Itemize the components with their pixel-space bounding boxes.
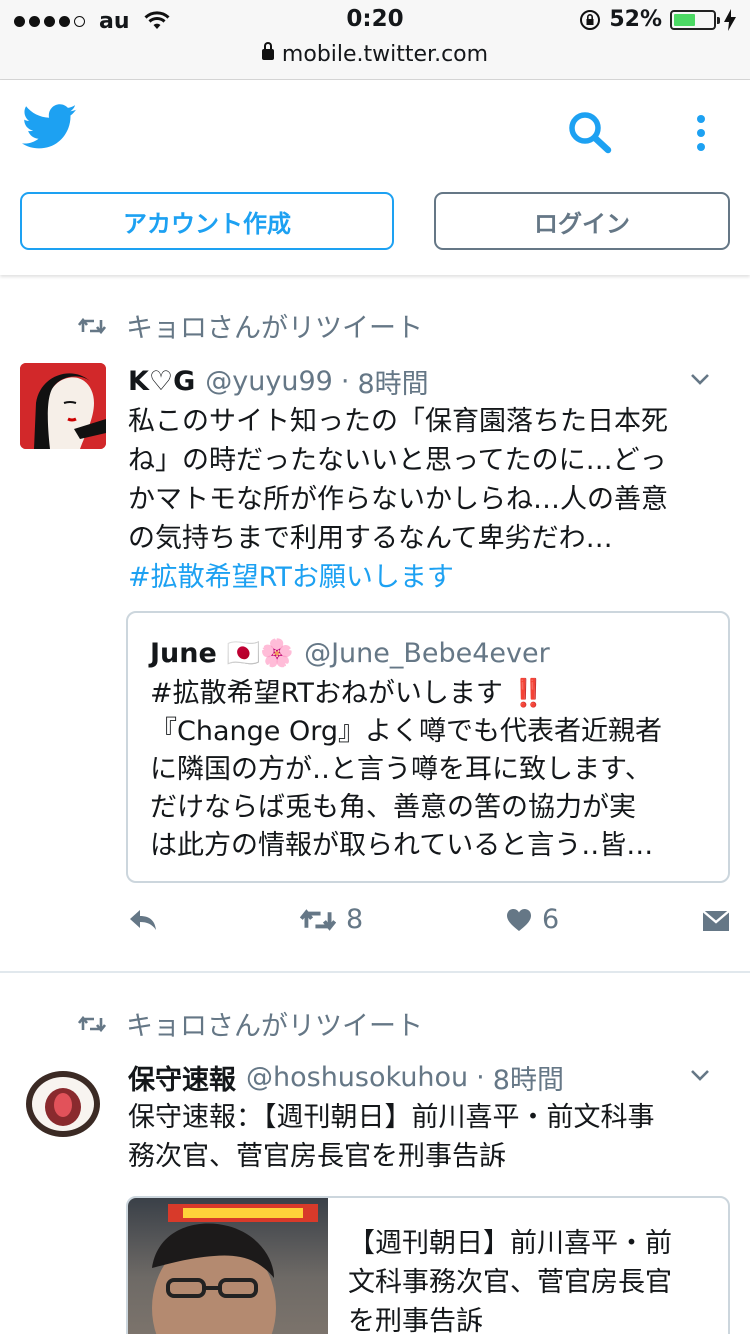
quoted-tweet-text-line: 『Change Org』よく噂でも代表者近親者 — [150, 716, 662, 747]
twitter-header: アカウント作成 ログイン — [0, 80, 750, 275]
retweet-context: キョロさんがリツイート — [78, 1004, 423, 1043]
tweet-text-line: 務次官、菅官房長官を刑事告訴 — [128, 1141, 506, 1172]
orientation-lock-icon — [580, 9, 601, 30]
battery-icon — [670, 9, 720, 30]
like-count: 6 — [542, 904, 560, 935]
retweet-icon — [300, 908, 336, 931]
chevron-down-icon[interactable] — [690, 372, 710, 386]
quoted-tweet[interactable]: June 🇯🇵🌸 @June_Bebe4ever #拡散希望RTおねがいします … — [126, 611, 730, 883]
quoted-tweet-text-line: #拡散希望RTおねがいします — [150, 678, 503, 709]
reply-button[interactable] — [128, 908, 158, 932]
quoted-tweet-text-line: だけならば兎も角、善意の筈の協力が実 — [150, 792, 636, 823]
search-icon[interactable] — [566, 110, 614, 154]
tweet-time[interactable]: 8時間 — [493, 1058, 564, 1097]
quoted-tweet-header: June 🇯🇵🌸 @June_Bebe4ever — [150, 637, 550, 670]
tweet-text-line: の気持ちまで利用するなんて卑劣だわ… — [128, 523, 613, 554]
tweet-text-line: ね」の時だったないいと思ってたのに…どっ — [128, 445, 667, 476]
retweet-icon — [78, 1015, 106, 1032]
link-card-title-line: を刑事告訴 — [348, 1306, 483, 1334]
avatar[interactable] — [20, 1058, 106, 1144]
double-exclamation-emoji: ‼️ — [511, 678, 546, 709]
author-handle[interactable]: @yuyu99 — [205, 366, 333, 397]
quoted-tweet-text-line: に隣国の方が‥と言う噂を耳に致します、 — [150, 754, 652, 785]
link-card-title-line: 文科事務次官、菅官房長官 — [348, 1267, 672, 1298]
login-button[interactable]: ログイン — [434, 192, 730, 250]
author-name[interactable]: 保守速報 — [128, 1058, 236, 1097]
separator-dot: · — [340, 365, 350, 397]
tweet[interactable]: キョロさんがリツイート 保守速報 @hoshusokuhou · 8時間 保守速… — [0, 974, 750, 1334]
separator-dot: · — [476, 1061, 485, 1093]
retweet-context-label: キョロさんがリツイート — [126, 1011, 423, 1042]
tweet-header: K♡G @yuyu99 · 8時間 — [128, 362, 730, 401]
like-button[interactable]: 6 — [506, 904, 559, 935]
quoted-tweet-text-line: は此方の情報が取られていると言う‥皆… — [150, 830, 654, 861]
tweet-text: 私このサイト知ったの「保育園落ちた日本死 ね」の時だったないいと思ってたのに…ど… — [128, 402, 730, 597]
envelope-icon — [702, 910, 730, 931]
quoted-tweet-text: #拡散希望RTおねがいします ‼️ 『Change Org』よく噂でも代表者近親… — [150, 675, 710, 865]
heart-icon — [507, 908, 531, 931]
tweet-text-line: 私このサイト知ったの「保育園落ちた日本死 — [128, 406, 668, 437]
link-card-title: 【週刊朝日】前川喜平・前 文科事務次官、菅官房長官 を刑事告訴 — [348, 1224, 710, 1334]
chevron-down-icon[interactable] — [690, 1068, 710, 1082]
tweet-header: 保守速報 @hoshusokuhou · 8時間 — [128, 1058, 730, 1097]
avatar[interactable] — [20, 363, 106, 449]
direct-message-button[interactable] — [702, 910, 730, 932]
battery-percent: 52% — [609, 7, 662, 32]
author-handle[interactable]: @hoshusokuhou — [246, 1062, 468, 1093]
reply-icon — [130, 910, 156, 930]
status-bar: au 0:20 52% mobile.twitter.com — [0, 0, 750, 80]
quoted-author-emoji: 🇯🇵🌸 — [226, 638, 295, 669]
tweet-text-line: かマトモな所が作らないかしらね…人の善意 — [128, 484, 668, 515]
signup-button[interactable]: アカウント作成 — [20, 192, 394, 250]
url-text: mobile.twitter.com — [281, 42, 489, 67]
hashtag-link[interactable]: #拡散希望RTお願いします — [128, 558, 730, 597]
tweet-time[interactable]: 8時間 — [357, 362, 428, 401]
link-card-image — [128, 1198, 328, 1334]
battery-area: 52% — [579, 7, 736, 32]
quoted-author-name: June — [150, 637, 217, 669]
link-card-title-line: 【週刊朝日】前川喜平・前 — [348, 1228, 672, 1259]
retweet-count: 8 — [346, 904, 364, 935]
address-bar[interactable]: mobile.twitter.com — [0, 42, 750, 67]
quoted-author-handle: @June_Bebe4ever — [304, 637, 550, 669]
tweet-actions: 8 6 — [0, 902, 750, 942]
author-name[interactable]: K♡G — [128, 366, 195, 397]
retweet-context: キョロさんがリツイート — [78, 306, 423, 345]
lock-icon — [261, 42, 274, 60]
tweet-text-line: 保守速報：【週刊朝日】前川喜平・前文科事 — [128, 1102, 655, 1133]
tweet-divider — [0, 971, 750, 973]
charging-icon — [724, 8, 736, 31]
twitter-bird-icon[interactable] — [22, 104, 78, 150]
retweet-button[interactable]: 8 — [300, 904, 363, 935]
tweet-text: 保守速報：【週刊朝日】前川喜平・前文科事 務次官、菅官房長官を刑事告訴 — [128, 1098, 730, 1176]
more-options-icon[interactable] — [694, 114, 708, 154]
retweet-context-label: キョロさんがリツイート — [126, 313, 423, 344]
link-card[interactable]: 【週刊朝日】前川喜平・前 文科事務次官、菅官房長官 を刑事告訴 — [126, 1196, 730, 1334]
retweet-icon — [78, 317, 106, 334]
tweet[interactable]: キョロさんがリツイート K♡G @yuyu99 · 8時間 私このサイト知ったの… — [0, 280, 750, 972]
